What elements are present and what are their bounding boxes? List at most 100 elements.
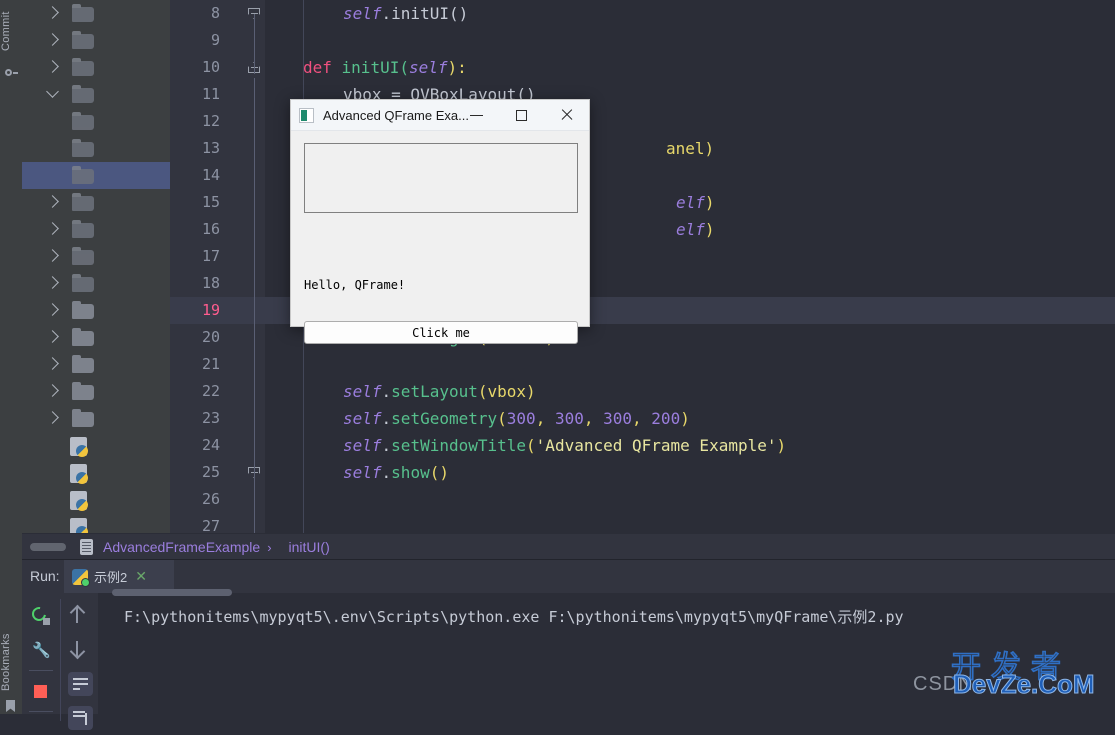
token-def: def [303, 58, 332, 77]
tree-item [22, 378, 170, 405]
folder-icon [72, 274, 94, 292]
scroll-up-button[interactable] [61, 599, 99, 633]
bookmarks-tool-label[interactable]: Bookmarks [0, 624, 22, 700]
breadcrumb-class[interactable]: AdvancedFrameExample [103, 539, 260, 555]
folder-icon [72, 355, 94, 373]
close-icon[interactable]: ✕ [135, 568, 147, 585]
tree-item [22, 432, 170, 459]
folder-icon [72, 409, 94, 427]
chevron-right-icon[interactable] [46, 222, 59, 235]
folder-icon [72, 193, 94, 211]
bookmark-icon[interactable] [5, 702, 17, 714]
scroll-to-end-button[interactable] [61, 701, 99, 735]
token-self: self [408, 58, 448, 77]
chevron-right-icon[interactable] [46, 411, 59, 424]
python-icon [72, 568, 90, 587]
chevron-right-icon[interactable] [46, 384, 59, 397]
folder-icon [72, 112, 94, 130]
tree-item [22, 270, 170, 297]
console-toolbar-col-right [60, 599, 99, 730]
folder-icon [72, 247, 94, 265]
tree-item [22, 459, 170, 486]
chevron-right-icon[interactable] [46, 249, 59, 262]
chevron-right-icon[interactable] [46, 276, 59, 289]
run-panel: Run: 示例2 ✕ 🔧 F:\pythonitems\mypyqt5\.env… [22, 559, 1115, 730]
app-icon [299, 107, 314, 123]
line-number: 21 [201, 355, 220, 373]
gutter-row: 13 [170, 135, 265, 162]
commit-tool-label[interactable]: Commit [0, 2, 22, 60]
tree-item [22, 216, 170, 243]
divider [29, 711, 53, 712]
breadcrumb[interactable]: AdvancedFrameExample › initUI() [22, 533, 1115, 560]
token-string: 'Advanced QFrame Example' [535, 436, 777, 455]
line-number: 26 [201, 490, 220, 508]
chevron-right-icon[interactable] [46, 60, 59, 73]
chevron-right-icon[interactable] [46, 33, 59, 46]
folder-icon [72, 220, 94, 238]
horizontal-scrollbar[interactable] [30, 543, 66, 551]
line-number: 19 [201, 301, 220, 319]
breadcrumb-separator: › [267, 539, 272, 555]
code-line-13-tail: anel) [666, 138, 714, 159]
console-scrollbar[interactable] [112, 589, 232, 596]
divider [29, 670, 53, 671]
window-controls [454, 100, 589, 130]
line-number: 22 [201, 382, 220, 400]
dialog-title-bar[interactable]: Advanced QFrame Exa... [291, 100, 589, 131]
chevron-right-icon[interactable] [46, 6, 59, 19]
line-number: 13 [201, 139, 220, 157]
click-me-button[interactable]: Click me [304, 321, 578, 344]
python-file-icon [70, 464, 88, 484]
chevron-down-icon[interactable] [46, 85, 59, 98]
chevron-right-icon[interactable] [46, 330, 59, 343]
code-line-16-tail: elf) [676, 219, 715, 240]
scroll-down-button[interactable] [61, 633, 99, 667]
fold-guide [254, 14, 255, 74]
qframe-dialog[interactable]: Advanced QFrame Exa... Hello, QFrame! Cl… [290, 99, 590, 344]
tree-item-selected[interactable] [22, 162, 170, 189]
line-number: 10 [201, 58, 220, 76]
chevron-right-icon[interactable] [46, 303, 59, 316]
token-num: 300 [603, 409, 633, 428]
folder-icon [72, 301, 94, 319]
arrow-down-icon [76, 641, 78, 657]
ide-window: Commit Bookmarks 8 9 10 11 12 13 14 15 1… [0, 0, 1115, 730]
maximize-button[interactable] [499, 100, 544, 130]
gutter-row: 10 [170, 54, 265, 81]
minimize-button[interactable] [454, 100, 499, 130]
qframe-panel [304, 143, 578, 213]
gutter-row: 26 [170, 486, 265, 513]
python-file-icon [70, 491, 88, 511]
code-line-10: def initUI(self): [303, 57, 467, 78]
gutter-row: 18 [170, 270, 265, 297]
tree-item [22, 135, 170, 162]
maximize-icon [516, 110, 527, 121]
breadcrumb-method[interactable]: initUI() [289, 539, 330, 555]
tree-item [22, 486, 170, 513]
commit-icon[interactable] [5, 66, 18, 78]
token-fn: show [391, 463, 430, 482]
python-file-icon [70, 437, 88, 457]
tree-item [22, 54, 170, 81]
line-number: 14 [201, 166, 220, 184]
close-button[interactable] [544, 100, 589, 130]
gutter-row: 8 [170, 0, 265, 27]
stop-button[interactable] [22, 674, 60, 708]
token-num: 300 [506, 409, 536, 428]
settings-button[interactable]: 🔧 [22, 633, 60, 667]
folder-icon [72, 382, 94, 400]
token-self: elf [676, 220, 705, 239]
project-tree[interactable] [22, 0, 170, 533]
console-output-area[interactable]: F:\pythonitems\mypyqt5\.env\Scripts\pyth… [98, 589, 1115, 714]
code-line-24: self.setWindowTitle('Advanced QFrame Exa… [343, 436, 787, 455]
chevron-right-icon[interactable] [46, 195, 59, 208]
rerun-button[interactable] [22, 599, 60, 633]
chevron-right-icon[interactable] [46, 357, 59, 370]
folder-icon [72, 58, 94, 76]
token-self: self [343, 463, 382, 482]
soft-wrap-button[interactable] [61, 667, 99, 701]
line-number: 23 [201, 409, 220, 427]
gutter-row: 14 [170, 162, 265, 189]
token-tail: anel) [666, 139, 715, 158]
